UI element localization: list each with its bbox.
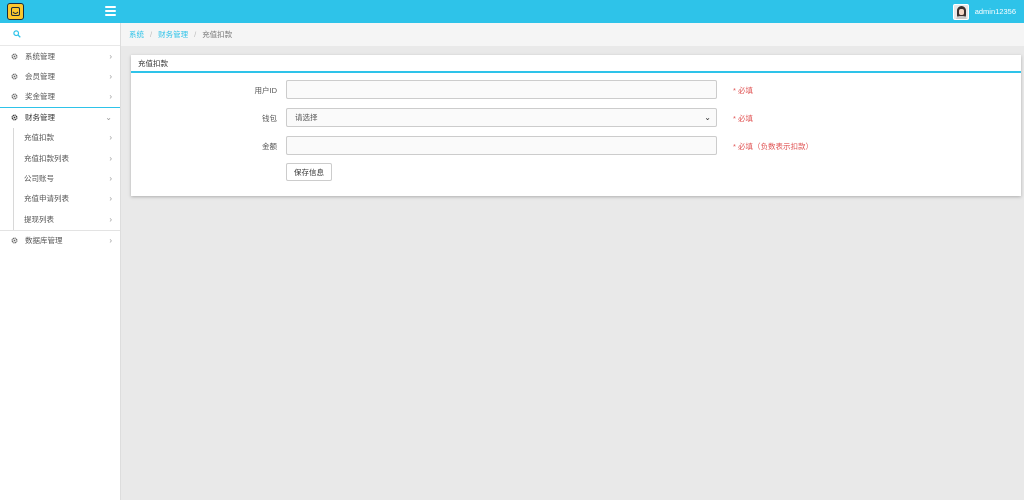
breadcrumb-separator: / [194, 30, 197, 39]
wallet-select-value: 请选择 [295, 113, 318, 122]
sidebar-item-finance[interactable]: 财务管理 ⌄ [0, 107, 120, 127]
chevron-right-icon: › [109, 236, 112, 246]
chevron-right-icon: › [109, 51, 112, 61]
gear-icon [11, 73, 18, 80]
finance-submenu: 充值扣款 › 充值扣款列表 › 公司账号 › 充值申请列表 › 提现列表 › [13, 127, 120, 230]
chevron-right-icon: › [109, 174, 112, 184]
submenu-item-company-account[interactable]: 公司账号 › [14, 168, 120, 188]
submenu-item-label: 提现列表 [24, 214, 54, 224]
sidebar-search[interactable] [0, 23, 120, 46]
submenu-item-recharge-deduct-list[interactable]: 充值扣款列表 › [14, 148, 120, 168]
submenu-item-label: 充值扣款 [24, 133, 54, 143]
sidebar-item-system[interactable]: 系统管理 › [0, 46, 120, 66]
wallet-row: 钱包 请选择 ⌄ * 必填 [131, 108, 1021, 127]
chevron-down-icon: ⌄ [704, 113, 711, 122]
amount-row: 金额 * 必填（负数表示扣款） [131, 136, 1021, 155]
chevron-right-icon: › [109, 92, 112, 102]
chevron-right-icon: › [109, 214, 112, 224]
chevron-right-icon: › [109, 72, 112, 82]
breadcrumb-current: 充值扣款 [202, 30, 233, 39]
chevron-down-icon: ⌄ [105, 113, 112, 123]
sidebar: 系统管理 › 会员管理 › 奖金管理 › 财务管理 ⌄ 充值扣款 › 充值扣款列… [0, 23, 121, 500]
breadcrumb-separator: / [150, 30, 153, 39]
gear-icon [11, 93, 18, 100]
sidebar-item-label: 奖金管理 [25, 92, 55, 102]
breadcrumb-parent-link[interactable]: 财务管理 [158, 29, 188, 40]
wallet-hint: * 必填 [733, 114, 754, 123]
wallet-select[interactable]: 请选择 ⌄ [286, 108, 717, 127]
chevron-right-icon: › [109, 194, 112, 204]
user-id-row: 用户ID * 必填 [131, 80, 1021, 99]
wallet-label: 钱包 [262, 114, 277, 123]
submenu-item-recharge-deduct[interactable]: 充值扣款 › [14, 128, 120, 148]
sidebar-item-bonus[interactable]: 奖金管理 › [0, 87, 120, 107]
amount-hint: * 必填（负数表示扣款） [733, 142, 814, 151]
top-bar: admin12356 [0, 0, 1024, 23]
sidebar-item-database[interactable]: 数据库管理 › [0, 231, 120, 251]
panel-title: 充值扣款 [131, 55, 1021, 73]
user-id-input[interactable] [286, 80, 717, 99]
gear-icon [11, 53, 18, 60]
sidebar-item-label: 系统管理 [25, 51, 55, 61]
submenu-item-label: 充值扣款列表 [24, 153, 69, 163]
breadcrumb-root-link[interactable]: 系统 [129, 29, 144, 40]
hamburger-menu-icon[interactable] [105, 6, 116, 16]
recharge-deduct-panel: 充值扣款 用户ID * 必填 钱包 请选择 ⌄ * 必填 金额 * 必填（负数表… [131, 55, 1021, 196]
submenu-item-withdrawals[interactable]: 提现列表 › [14, 209, 120, 229]
user-id-label: 用户ID [254, 86, 278, 95]
breadcrumb: 系统 / 财务管理 / 充值扣款 [121, 23, 1024, 46]
logo-icon[interactable] [7, 3, 24, 20]
sidebar-item-members[interactable]: 会员管理 › [0, 66, 120, 86]
gear-icon [11, 237, 18, 244]
save-button[interactable]: 保存信息 [286, 163, 332, 181]
submenu-item-label: 公司账号 [24, 174, 54, 184]
sidebar-item-label: 财务管理 [25, 113, 55, 123]
chevron-right-icon: › [109, 153, 112, 163]
submenu-item-label: 充值申请列表 [24, 194, 69, 204]
submenu-item-recharge-requests[interactable]: 充值申请列表 › [14, 189, 120, 209]
sidebar-item-label: 会员管理 [25, 72, 55, 82]
sidebar-item-label: 数据库管理 [25, 236, 63, 246]
amount-input[interactable] [286, 136, 717, 155]
search-icon [13, 30, 21, 38]
user-menu[interactable]: admin12356 [952, 3, 1016, 20]
gear-icon [11, 114, 18, 121]
user-id-hint: * 必填 [733, 86, 754, 95]
chevron-right-icon: › [109, 133, 112, 143]
avatar[interactable] [952, 3, 969, 20]
username: admin12356 [974, 7, 1016, 16]
amount-label: 金额 [262, 142, 277, 151]
